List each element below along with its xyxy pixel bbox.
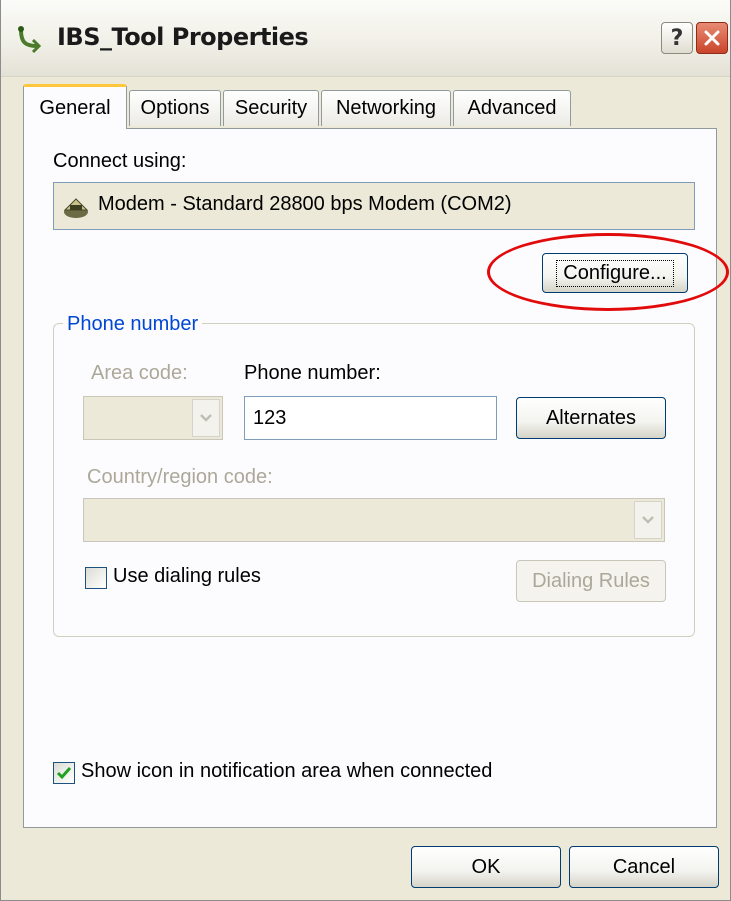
area-code-label: Area code: (91, 362, 188, 384)
tab-general[interactable]: General (23, 84, 127, 129)
phone-number-group-label: Phone number (63, 313, 203, 336)
dialing-rules-button[interactable]: Dialing Rules (516, 560, 666, 602)
title-bar[interactable]: IBS_Tool Properties ? (1, 0, 730, 77)
close-button[interactable] (696, 22, 728, 54)
close-icon (704, 30, 720, 46)
show-icon-label: Show icon in notification area when conn… (81, 760, 493, 782)
help-button[interactable]: ? (661, 22, 693, 54)
use-dialing-rules-label: Use dialing rules (113, 565, 261, 587)
area-code-select[interactable] (83, 396, 223, 440)
tab-options[interactable]: Options (129, 90, 221, 126)
chevron-down-icon (634, 501, 662, 539)
chevron-down-icon (192, 399, 220, 437)
show-icon-checkbox[interactable] (53, 762, 75, 784)
use-dialing-rules-checkbox[interactable] (85, 567, 107, 589)
phone-number-label: Phone number: (244, 362, 381, 384)
help-icon: ? (670, 25, 684, 51)
tab-networking[interactable]: Networking (321, 90, 451, 126)
alternates-button[interactable]: Alternates (516, 397, 666, 439)
device-list[interactable]: Modem - Standard 28800 bps Modem (COM2) (53, 182, 695, 230)
ok-button[interactable]: OK (411, 846, 561, 888)
checkmark-icon (56, 767, 72, 780)
properties-dialog: IBS_Tool Properties ? General Options Se… (0, 0, 731, 901)
device-name: Modem - Standard 28800 bps Modem (COM2) (98, 193, 512, 215)
network-connection-icon (18, 26, 42, 54)
phone-number-input[interactable]: 123 (244, 396, 497, 440)
connect-using-label: Connect using: (53, 150, 187, 172)
tab-advanced[interactable]: Advanced (453, 90, 571, 126)
cancel-button[interactable]: Cancel (569, 846, 719, 888)
modem-icon (63, 198, 89, 218)
country-region-label: Country/region code: (87, 466, 273, 488)
window-title: IBS_Tool Properties (57, 23, 309, 51)
tab-security[interactable]: Security (223, 90, 319, 126)
highlight-annotation (487, 233, 729, 311)
country-region-select[interactable] (83, 498, 665, 542)
